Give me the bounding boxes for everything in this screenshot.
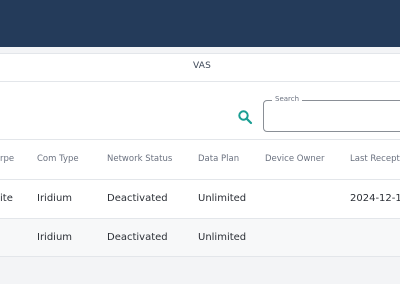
search-input[interactable] [270,109,400,127]
column-header-device-owner[interactable]: Device Owner [265,154,325,164]
table-cell-network-status: Deactivated [107,232,168,243]
search-icon[interactable] [237,109,253,125]
table-cell-type: ite [0,193,13,204]
table-row[interactable]: ite Iridium Deactivated Unlimited 2024-1… [0,180,400,218]
tab-vas[interactable]: VAS [182,61,222,71]
column-header-network-status[interactable]: Network Status [107,154,172,164]
table-cell-last-reception: 2024-12-1 [350,193,400,204]
content-card: VAS Search rpe Com Type Network Status D… [0,53,400,257]
table-cell-network-status: Deactivated [107,193,168,204]
column-header-data-plan[interactable]: Data Plan [198,154,239,164]
table-cell-data-plan: Unlimited [198,232,247,243]
top-app-bar [0,0,400,47]
table-cell-com-type: Iridium [37,193,73,204]
table-row[interactable]: Iridium Deactivated Unlimited [0,219,400,256]
column-header-com-type[interactable]: Com Type [37,154,79,164]
table-cell-com-type: Iridium [37,232,73,243]
table-cell-data-plan: Unlimited [198,193,247,204]
column-header-type[interactable]: rpe [0,154,14,164]
tab-bar: VAS [0,54,400,82]
table-top-divider [0,139,400,140]
search-field[interactable]: Search [263,95,400,132]
column-header-last-reception[interactable]: Last Recept [350,154,400,164]
search-field-label: Search [272,95,303,103]
